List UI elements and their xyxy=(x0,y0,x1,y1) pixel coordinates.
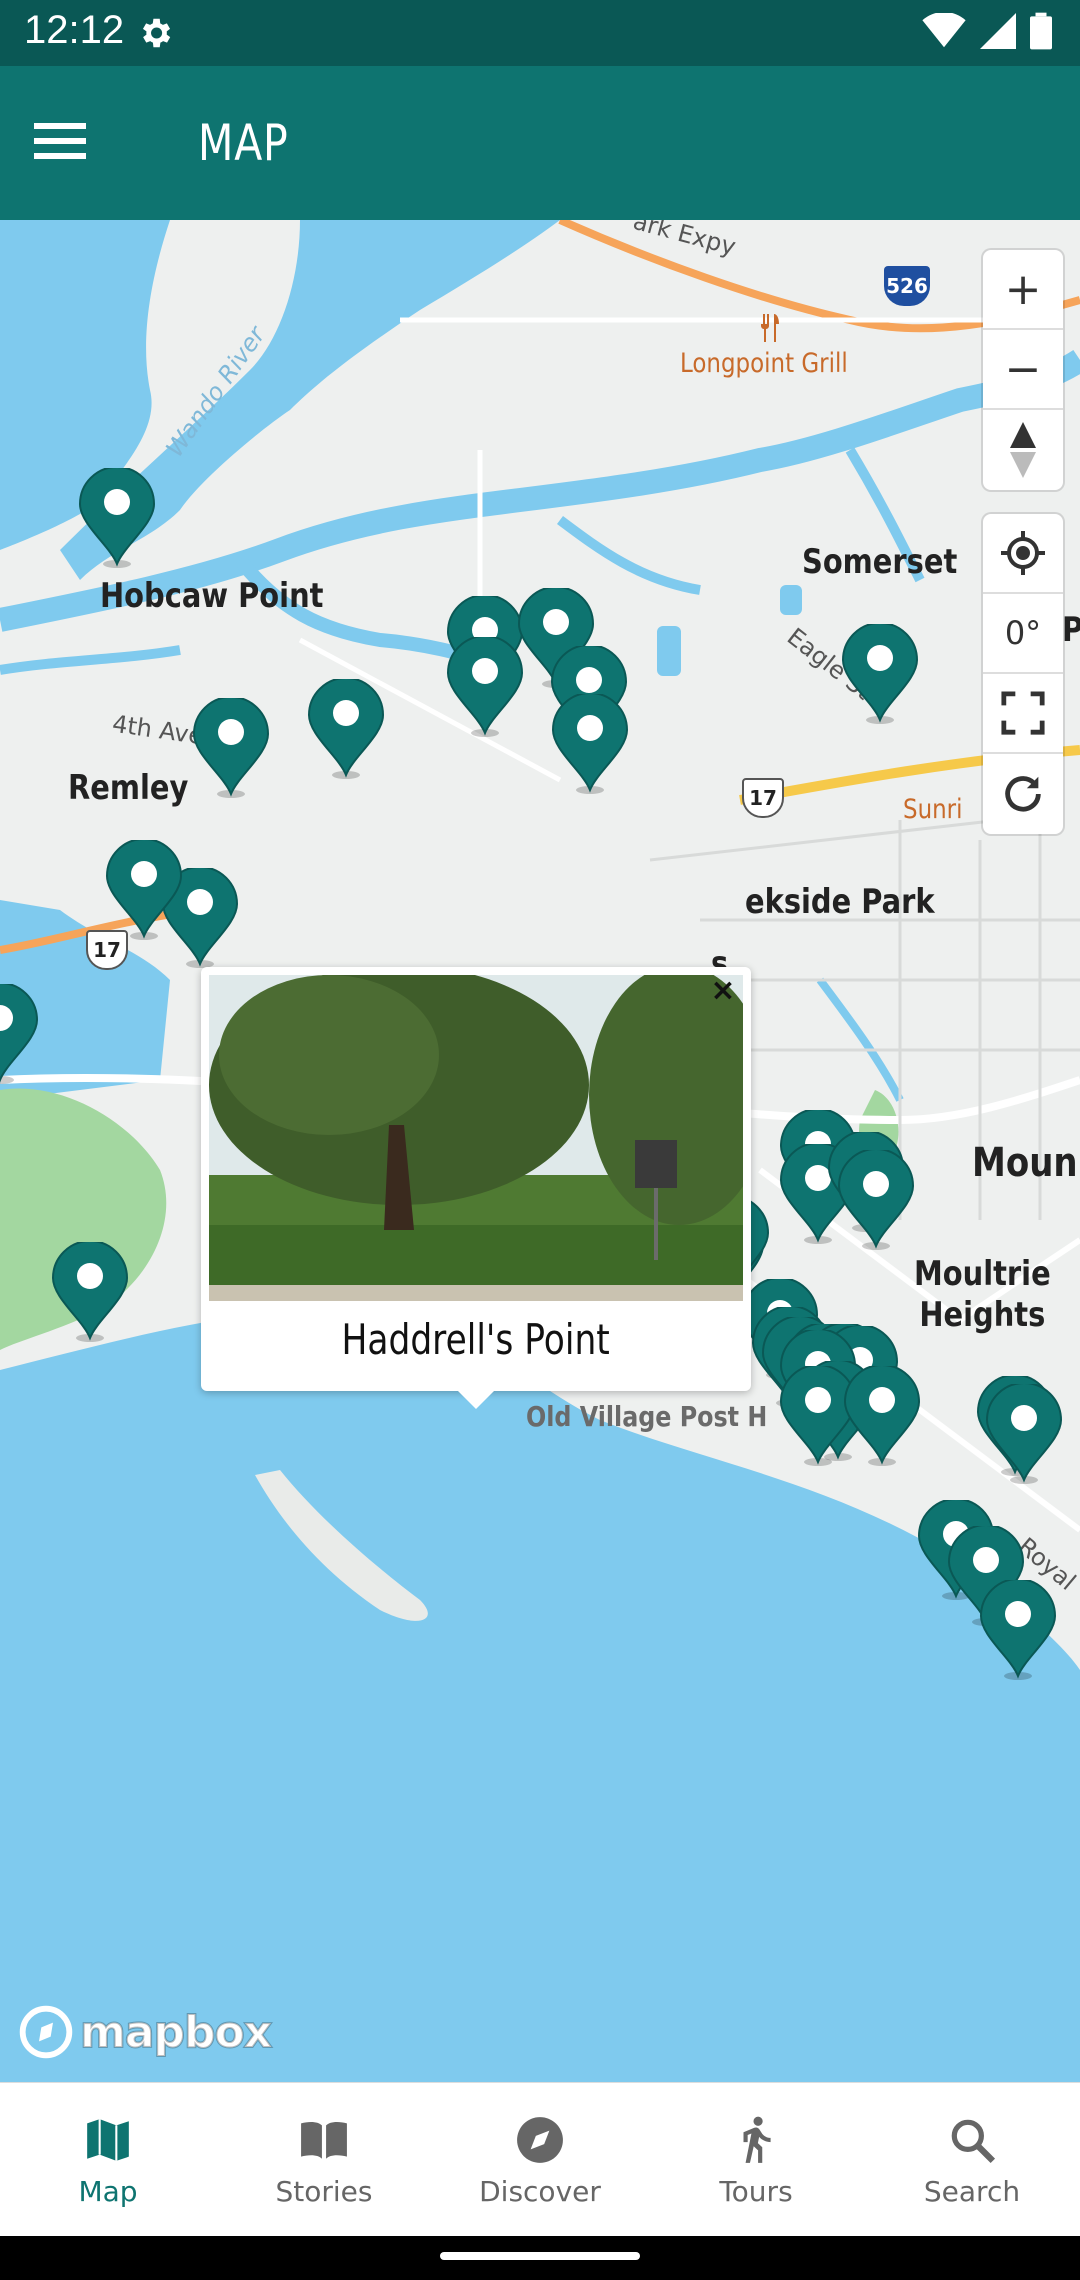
map-label-remley: Remley xyxy=(68,768,189,808)
map-pin[interactable] xyxy=(192,698,270,798)
map-label-longpoint-grill: Longpoint Grill xyxy=(680,348,848,379)
wifi-icon xyxy=(922,13,966,48)
nav-label-map: Map xyxy=(78,2175,138,2208)
menu-button[interactable] xyxy=(34,114,116,174)
map-label-creekside-park: ekside Park xyxy=(745,882,935,922)
fullscreen-button[interactable] xyxy=(983,674,1063,754)
book-icon xyxy=(301,2121,347,2159)
map-label-sunrise: Sunri xyxy=(903,794,963,825)
compass-icon xyxy=(517,2117,563,2163)
status-bar: 12:12 xyxy=(0,0,1080,66)
map-pin[interactable] xyxy=(551,694,629,794)
map-pin[interactable] xyxy=(979,1580,1057,1680)
map-pin[interactable] xyxy=(446,637,524,737)
home-gesture-bar[interactable] xyxy=(440,2252,640,2260)
bearing-button[interactable]: 0° xyxy=(983,594,1063,674)
map-pin[interactable] xyxy=(51,1242,129,1342)
highway-shield-526: 526 xyxy=(884,266,930,306)
map-pin[interactable] xyxy=(837,1150,915,1250)
nav-label-discover: Discover xyxy=(479,2175,601,2208)
mapbox-mark-icon xyxy=(19,2005,73,2059)
plus-icon: + xyxy=(1004,263,1042,315)
highway-shield-17: 17 xyxy=(742,778,784,818)
minus-icon: − xyxy=(1004,343,1042,395)
map-pin[interactable] xyxy=(843,1366,921,1466)
my-location-button[interactable] xyxy=(983,514,1063,594)
bottom-navigation: Map Stories Discover Tours Search xyxy=(0,2082,1080,2236)
page-title: MAP xyxy=(198,114,289,172)
mapbox-wordmark: mapbox xyxy=(79,2006,273,2059)
map-pin[interactable] xyxy=(307,679,385,779)
map-pin[interactable] xyxy=(985,1384,1063,1484)
settings-gear-icon xyxy=(142,18,171,48)
nav-label-search: Search xyxy=(923,2175,1021,2208)
nav-tab-search[interactable]: Search xyxy=(864,2083,1080,2236)
popup-title: Haddrell's Point xyxy=(341,1315,611,1364)
walking-icon xyxy=(743,2116,771,2163)
location-controls: 0° xyxy=(983,514,1063,834)
map-pin[interactable] xyxy=(841,624,919,724)
close-popup-button[interactable]: × xyxy=(705,973,741,1009)
search-icon xyxy=(951,2119,996,2164)
zoom-controls: + − xyxy=(983,250,1063,490)
map-label-moultrie-heights: Moultrie Heights xyxy=(914,1254,1051,1335)
map-pin[interactable] xyxy=(105,840,183,940)
map-label-somerset: Somerset xyxy=(802,542,958,582)
battery-icon xyxy=(1030,12,1052,50)
nav-tab-tours[interactable]: Tours xyxy=(648,2083,864,2236)
zoom-out-button[interactable]: − xyxy=(983,330,1063,410)
nav-tab-map[interactable]: Map xyxy=(0,2083,216,2236)
bearing-readout: 0° xyxy=(1004,614,1042,652)
restaurant-icon xyxy=(761,314,779,342)
refresh-button[interactable] xyxy=(983,754,1063,834)
nav-label-stories: Stories xyxy=(275,2175,373,2208)
nav-tab-discover[interactable]: Discover xyxy=(432,2083,648,2236)
map-label-hobcaw-point: Hobcaw Point xyxy=(100,576,324,616)
map-label-p-partial: P xyxy=(1062,610,1080,650)
zoom-in-button[interactable]: + xyxy=(983,250,1063,330)
status-time: 12:12 xyxy=(24,8,125,52)
map-pin[interactable] xyxy=(78,468,156,568)
map-icon xyxy=(87,2119,129,2161)
map-pin[interactable] xyxy=(0,984,39,1084)
nav-tab-stories[interactable]: Stories xyxy=(216,2083,432,2236)
system-gesture-area xyxy=(0,2236,1080,2280)
mapbox-logo[interactable]: mapbox xyxy=(18,2004,273,2060)
map-view[interactable]: Hobcaw Point Remley Somerset ekside Park… xyxy=(0,220,1080,2082)
refresh-icon xyxy=(1005,776,1041,812)
app-bar: MAP xyxy=(0,66,1080,220)
nav-label-tours: Tours xyxy=(719,2175,793,2208)
place-photo xyxy=(209,975,743,1301)
cell-signal-icon xyxy=(980,13,1016,49)
hamburger-icon xyxy=(34,123,116,159)
map-label-mount: Moun xyxy=(972,1140,1078,1186)
place-popup[interactable]: × Haddrell's Point xyxy=(201,967,751,1409)
locate-icon xyxy=(1001,531,1045,575)
compass-reset-button[interactable] xyxy=(983,410,1063,490)
compass-arrow-icon xyxy=(1010,422,1036,478)
map-label-old-village: Old Village Post H xyxy=(526,1400,768,1433)
fullscreen-icon xyxy=(1001,691,1045,735)
